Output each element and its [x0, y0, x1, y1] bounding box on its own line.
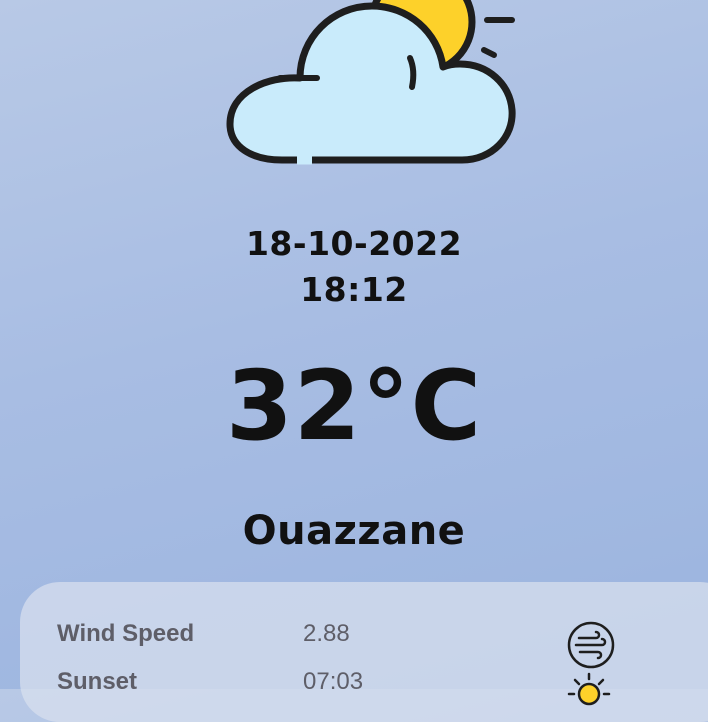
city-name: Ouazzane [242, 508, 466, 554]
sunset-value: 07:03 [303, 668, 364, 695]
weather-details-card: Wind Speed 2.88 Sunset 07:03 [20, 582, 708, 722]
temperature-display: 32°C [225, 350, 483, 462]
partly-cloudy-icon [226, 0, 516, 165]
weather-time: 18:12 [300, 270, 408, 309]
wind-speed-value: 2.88 [303, 620, 350, 647]
wind-speed-label: Wind Speed [57, 620, 195, 647]
sunset-label: Sunset [57, 668, 138, 695]
weather-date: 18-10-2022 [245, 224, 463, 263]
sun-icon [567, 672, 611, 706]
wind-icon [567, 621, 615, 669]
